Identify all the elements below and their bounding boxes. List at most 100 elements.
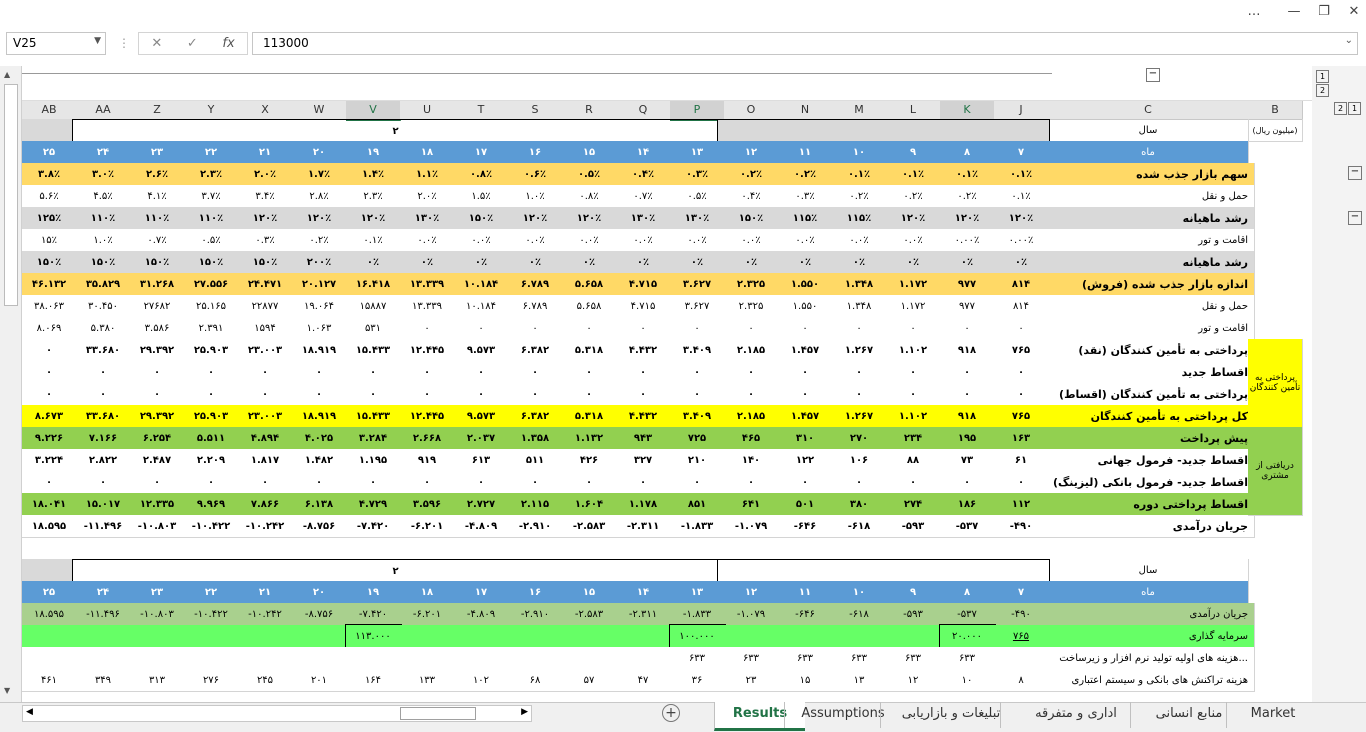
close-button[interactable]: ✕ (1336, 0, 1366, 22)
data-cell[interactable]: ۰ (130, 471, 185, 494)
fx-icon[interactable]: fx (222, 36, 234, 51)
data-cell[interactable]: ۰.۰۰٪ (940, 229, 995, 252)
data-cell[interactable]: ۱۱۵٪ (778, 207, 833, 230)
data-cell[interactable]: ۹۱۸ (940, 339, 995, 362)
data-cell[interactable]: ۰.۳٪ (778, 185, 833, 208)
data-cell[interactable]: ۲۴.۴۷۱ (238, 273, 293, 296)
data-cell[interactable]: ۱۶۳ (994, 427, 1049, 450)
data-cell[interactable]: ۱۵۰٪ (76, 251, 131, 274)
data-cell[interactable]: ۱.۰۶۳ (292, 317, 347, 340)
data-cell[interactable]: ۱۵۰٪ (22, 251, 77, 274)
data-cell[interactable]: ۰ (400, 361, 455, 384)
data-cell[interactable]: ۴.۵٪ (76, 185, 131, 208)
data-cell[interactable]: ۰ (994, 317, 1049, 340)
data-cell[interactable]: ۶۳۳ (940, 647, 995, 670)
data-cell[interactable]: ۲۰۰٪ (292, 251, 347, 274)
data-cell[interactable]: ۱.۱۷۸ (616, 493, 671, 516)
month-header[interactable]: ۹ (886, 141, 941, 164)
month-header[interactable]: ۱۶ (508, 581, 563, 604)
data-cell[interactable] (562, 647, 617, 670)
data-cell[interactable]: ۰ (22, 339, 77, 362)
data-cell[interactable] (184, 625, 239, 648)
data-cell[interactable]: ۰ (562, 361, 617, 384)
data-cell[interactable]: ۹۱۸ (940, 405, 995, 428)
data-cell[interactable]: ۶۳۳ (886, 647, 941, 670)
data-cell[interactable]: ۰ (994, 361, 1049, 384)
data-cell[interactable]: ۰ (76, 383, 131, 406)
horizontal-scroll-thumb[interactable] (400, 707, 476, 720)
enter-icon[interactable]: ✓ (187, 36, 198, 51)
data-cell[interactable]: ۰ (670, 471, 725, 494)
data-cell[interactable]: ۱.۷٪ (292, 163, 347, 186)
month-header[interactable]: ۲۱ (238, 581, 293, 604)
data-cell[interactable]: ۰ (508, 361, 563, 384)
data-cell[interactable]: ۰ (778, 317, 833, 340)
column-header[interactable]: AB (22, 101, 77, 120)
data-cell[interactable]: ۲۰.۰۰۰ (939, 624, 996, 649)
data-cell[interactable]: ۴۶.۱۳۲ (22, 273, 77, 296)
data-cell[interactable]: ۴.۷۲۹ (346, 493, 401, 516)
data-cell[interactable]: ۰ (346, 361, 401, 384)
data-cell[interactable]: ۰.۰٪ (886, 229, 941, 252)
data-cell[interactable]: ۲۵.۱۶۵ (184, 295, 239, 318)
data-cell[interactable]: ۱۰.۱۸۴ (454, 295, 509, 318)
data-cell[interactable]: ۵.۶۵۸ (562, 295, 617, 318)
data-cell[interactable]: ۳۶ (670, 669, 725, 692)
data-cell[interactable]: ۰ (454, 383, 509, 406)
data-cell[interactable]: ۳.۴٪ (238, 185, 293, 208)
data-cell[interactable]: ۱۱۵٪ (832, 207, 887, 230)
data-cell[interactable]: ۲۹.۳۹۲ (130, 339, 185, 362)
month-header[interactable]: ۱۵ (562, 581, 617, 604)
data-cell[interactable]: ۳.۶۲۷ (670, 273, 725, 296)
data-cell[interactable]: -۲.۹۱۰ (508, 515, 563, 538)
column-header[interactable]: R (562, 101, 617, 120)
data-cell[interactable]: -۲.۵۸۳ (562, 603, 617, 626)
data-cell[interactable]: ۱.۳۴۸ (832, 295, 887, 318)
scroll-up-icon[interactable]: ▲ (4, 70, 10, 79)
data-cell[interactable]: ۳.۴۰۹ (670, 405, 725, 428)
data-cell[interactable]: ۱۰.۱۸۴ (454, 273, 509, 296)
data-cell[interactable]: ۱۵.۴۳۳ (346, 405, 401, 428)
data-cell[interactable]: ۷۶۵ (994, 625, 1049, 648)
data-cell[interactable]: ۱.۱۰۲ (886, 339, 941, 362)
data-cell[interactable]: -۶.۲۰۱ (400, 603, 455, 626)
data-cell[interactable]: ۱۵.۴۳۳ (346, 339, 401, 362)
data-cell[interactable]: ۰ (994, 383, 1049, 406)
scroll-thumb[interactable] (4, 84, 18, 306)
month-header[interactable]: ۲۳ (130, 581, 185, 604)
data-cell[interactable]: -۱۰.۸۰۳ (130, 603, 185, 626)
data-cell[interactable]: ۶۱ (994, 449, 1049, 472)
data-cell[interactable]: ۰ (184, 471, 239, 494)
data-cell[interactable]: ۰ (454, 471, 509, 494)
cancel-icon[interactable]: ✕ (151, 36, 162, 51)
data-cell[interactable]: ۰.۱٪ (346, 229, 401, 252)
data-cell[interactable]: ۲۳.۰۰۳ (238, 339, 293, 362)
data-cell[interactable]: ۰٪ (562, 251, 617, 274)
data-cell[interactable]: ۵.۶٪ (22, 185, 77, 208)
scroll-left-icon[interactable]: ◀ (26, 707, 33, 717)
column-header[interactable]: B (1248, 101, 1303, 120)
data-cell[interactable]: ۱.۴۸۲ (292, 449, 347, 472)
data-cell[interactable]: ۱۲۰٪ (886, 207, 941, 230)
data-cell[interactable]: ۰.۱٪ (886, 163, 941, 186)
data-cell[interactable]: ۴.۰۲۵ (292, 427, 347, 450)
drag-handle-icon[interactable]: ⋮ (118, 36, 130, 50)
data-cell[interactable]: ۲.۳۹۱ (184, 317, 239, 340)
column-header[interactable]: T (454, 101, 509, 120)
data-cell[interactable]: ۲.۲۰۹ (184, 449, 239, 472)
data-cell[interactable]: ۹۷۷ (940, 295, 995, 318)
data-cell[interactable]: ۰.۱٪ (940, 163, 995, 186)
data-cell[interactable] (616, 647, 671, 670)
data-cell[interactable]: ۰ (670, 383, 725, 406)
data-cell[interactable] (238, 625, 293, 648)
data-cell[interactable]: ۰ (346, 383, 401, 406)
data-cell[interactable]: ۰ (724, 471, 779, 494)
data-cell[interactable]: ۰ (562, 317, 617, 340)
data-cell[interactable]: ۲.۰۳۷ (454, 427, 509, 450)
data-cell[interactable]: ۱۵۰٪ (130, 251, 185, 274)
data-cell[interactable]: ۳۸.۰۶۳ (22, 295, 77, 318)
data-cell[interactable]: ۱۳۰٪ (670, 207, 725, 230)
data-cell[interactable]: ۱۲۲ (778, 449, 833, 472)
data-cell[interactable]: ۱.۵٪ (454, 185, 509, 208)
data-cell[interactable]: ۰٪ (886, 251, 941, 274)
